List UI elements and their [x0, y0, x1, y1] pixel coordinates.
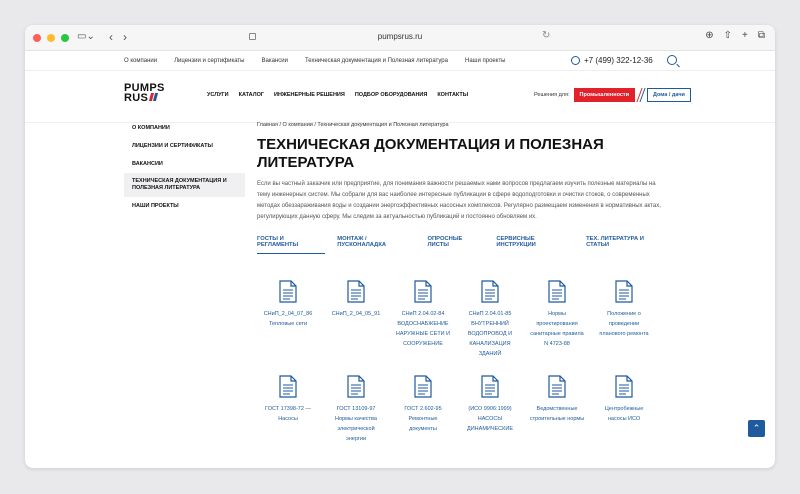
document-subtitle: Тепловые сети — [268, 321, 308, 327]
document-item[interactable]: ГОСТ 13109-97 Нормы качества электрическ… — [327, 375, 385, 444]
solutions-label: Решения для: — [534, 92, 570, 98]
sidebar: О КОМПАНИИ ЛИЦЕНЗИИ И СЕРТИФИКАТЫ ВАКАНС… — [124, 119, 245, 215]
page-title: ТЕХНИЧЕСКАЯ ДОКУМЕНТАЦИЯ И ПОЛЕЗНАЯ ЛИТЕ… — [257, 136, 604, 171]
document-item[interactable]: СНиП_2_04_05_91 — [327, 280, 385, 319]
browser-toolbar: ▭⌄ ‹› pumpsrus.ru ↻ ⊕ ⇧ + ⧉ — [25, 25, 775, 51]
tab-installation[interactable]: МОНТАЖ / ПУСКОНАЛАДКА — [337, 236, 415, 254]
document-icon — [347, 375, 365, 398]
document-subtitle: Ремонтные документы — [408, 416, 438, 432]
document-icon — [414, 375, 432, 398]
document-icon — [279, 375, 297, 398]
document-icon — [279, 280, 297, 303]
document-item[interactable]: ГОСТ 17398-72 — Насосы — [259, 375, 317, 424]
document-title: (ИСО 9906:1999) — [468, 406, 512, 412]
sidebar-item-about[interactable]: О КОМПАНИИ — [124, 119, 245, 137]
top-link-vacancies[interactable]: Вакансии — [262, 58, 288, 64]
reload-icon[interactable]: ↻ — [542, 30, 550, 41]
logo-stripe-blue — [153, 93, 159, 101]
scroll-to-top-button[interactable]: ⌃ — [748, 420, 765, 437]
document-title: СНиП_2_04_05_91 — [331, 311, 381, 317]
document-title: ГОСТ 2.602-95 — [404, 406, 442, 412]
intro-text: Если вы частный заказчик или предприятие… — [257, 181, 661, 220]
tabs-overview-icon[interactable]: ⧉ — [758, 30, 765, 41]
nav-catalog[interactable]: КАТАЛОГ — [239, 92, 264, 98]
top-link-documentation[interactable]: Техническая документация и Полезная лите… — [305, 58, 448, 64]
document-item[interactable]: ГОСТ 2.602-95 Ремонтные документы — [394, 375, 452, 434]
tab-literature[interactable]: ТЕХ. ЛИТЕРАТУРА И СТАТЬИ — [586, 236, 667, 254]
document-item[interactable]: Центробежные насосы ИСО — [595, 375, 653, 424]
logo-line-2: RUS — [124, 92, 149, 104]
nav-engineering[interactable]: ИНЖЕНЕРНЫЕ РЕШЕНИЯ — [274, 92, 345, 98]
document-item[interactable]: (ИСО 9906:1999) НАСОСЫ ДИНАМИЧЕСКИЕ — [461, 375, 519, 434]
document-item[interactable]: Нормы проектирования санитарные правила … — [528, 280, 586, 349]
document-subtitle: строительные нормы — [529, 416, 585, 422]
document-subtitle: ВОДОСНАБЖЕНИЕ НАРУЖНЫЕ СЕТИ И СООРУЖЕНИЕ — [395, 321, 451, 347]
site-header: PUMPS RUS УСЛУГИ КАТАЛОГ ИНЖЕНЕРНЫЕ РЕШЕ… — [25, 71, 775, 123]
document-item[interactable]: СНиП_2_04_07_86 Тепловые сети — [259, 280, 317, 329]
home-button[interactable]: Дома / дачи — [647, 88, 691, 102]
tab-questionnaires[interactable]: ОПРОСНЫЕ ЛИСТЫ — [427, 236, 484, 254]
document-title: Нормы — [548, 311, 566, 317]
document-item[interactable]: СНиП 2.04.01-85 ВНУТРЕННИЙ ВОДОПРОВОД И … — [461, 280, 519, 359]
document-icon — [481, 375, 499, 398]
document-subtitle: НАСОСЫ ДИНАМИЧЕСКИЕ — [467, 416, 513, 432]
document-subtitle: проектирования санитарные правила N 4723… — [530, 321, 584, 347]
browser-window: ▭⌄ ‹› pumpsrus.ru ↻ ⊕ ⇧ + ⧉ О компании Л… — [25, 25, 775, 468]
new-tab-icon[interactable]: + — [742, 30, 748, 41]
document-title: СНиП_2_04_07_86 — [263, 311, 313, 317]
document-subtitle: Нормы качества электрической энергии — [335, 416, 377, 442]
document-title: ГОСТ 13109-97 — [336, 406, 376, 412]
solutions-switch: Решения для: Промышленности Дома / дачи — [534, 88, 691, 102]
main-content: Главная / О компании / Техническая докум… — [257, 122, 667, 254]
browser-tools: ⊕ ⇧ + ⧉ — [705, 30, 765, 41]
document-title: СНиП 2.04.01-85 — [468, 311, 512, 317]
sidebar-item-documentation[interactable]: ТЕХНИЧЕСКАЯ ДОКУМЕНТАЦИЯ И ПОЛЕЗНАЯ ЛИТЕ… — [124, 173, 245, 197]
sidebar-item-projects[interactable]: НАШИ ПРОЕКТЫ — [124, 197, 245, 215]
address-bar[interactable]: pumpsrus.ru — [25, 32, 775, 41]
nav-contacts[interactable]: КОНТАКТЫ — [437, 92, 468, 98]
document-title: Центробежные — [604, 406, 644, 412]
document-title: Положение о — [607, 311, 641, 317]
top-link-about[interactable]: О компании — [124, 58, 157, 64]
document-item[interactable]: Положение о проведении планового ремонта — [595, 280, 653, 339]
document-icon — [347, 280, 365, 303]
breadcrumb[interactable]: Главная / О компании / Техническая докум… — [257, 122, 667, 128]
document-subtitle: ВНУТРЕННИЙ ВОДОПРОВОД И КАНАЛИЗАЦИЯ ЗДАН… — [467, 321, 513, 357]
document-icon — [414, 280, 432, 303]
phone-icon — [571, 56, 580, 65]
site-logo[interactable]: PUMPS RUS — [124, 83, 165, 104]
share-icon[interactable]: ⇧ — [724, 30, 732, 41]
nav-equipment-selection[interactable]: ПОДБОР ОБОРУДОВАНИЯ — [355, 92, 428, 98]
sidebar-item-licenses[interactable]: ЛИЦЕНЗИИ И СЕРТИФИКАТЫ — [124, 137, 245, 155]
phone-number[interactable]: +7 (499) 322-12-36 — [571, 56, 653, 65]
divider-stripes — [636, 88, 646, 102]
document-icon — [548, 280, 566, 303]
sidebar-item-vacancies[interactable]: ВАКАНСИИ — [124, 155, 245, 173]
document-subtitle: проведении планового ремонта — [599, 321, 649, 337]
industry-button[interactable]: Промышленности — [573, 88, 635, 102]
document-item[interactable]: СНиП 2.04.02-84 ВОДОСНАБЖЕНИЕ НАРУЖНЫЕ С… — [394, 280, 452, 349]
top-link-projects[interactable]: Наши проекты — [465, 58, 506, 64]
document-icon — [615, 375, 633, 398]
tab-gosts[interactable]: ГОСТЫ И РЕГЛАМЕНТЫ — [257, 236, 326, 254]
phone-text: +7 (499) 322-12-36 — [584, 56, 653, 65]
top-bar: О компании Лицензии и сертификаты Ваканс… — [25, 51, 775, 71]
document-title: Ведомственные — [536, 406, 578, 412]
document-subtitle: насосы ИСО — [607, 416, 641, 422]
document-title: СНиП 2.04.02-84 — [401, 311, 445, 317]
top-link-licenses[interactable]: Лицензии и сертификаты — [174, 58, 244, 64]
search-icon[interactable] — [667, 55, 677, 65]
document-icon — [548, 375, 566, 398]
top-links: О компании Лицензии и сертификаты Ваканс… — [124, 58, 506, 64]
download-icon[interactable]: ⊕ — [705, 30, 713, 41]
nav-services[interactable]: УСЛУГИ — [207, 92, 229, 98]
document-item[interactable]: Ведомственные строительные нормы — [528, 375, 586, 424]
main-navigation: УСЛУГИ КАТАЛОГ ИНЖЕНЕРНЫЕ РЕШЕНИЯ ПОДБОР… — [207, 92, 468, 98]
document-icon — [481, 280, 499, 303]
document-title: ГОСТ 17398-72 — — [265, 406, 311, 412]
document-icon — [615, 280, 633, 303]
document-subtitle: Насосы — [278, 416, 298, 422]
tab-service-manuals[interactable]: СЕРВИСНЫЕ ИНСТРУКЦИИ — [496, 236, 574, 254]
category-tabs: ГОСТЫ И РЕГЛАМЕНТЫ МОНТАЖ / ПУСКОНАЛАДКА… — [257, 236, 667, 254]
